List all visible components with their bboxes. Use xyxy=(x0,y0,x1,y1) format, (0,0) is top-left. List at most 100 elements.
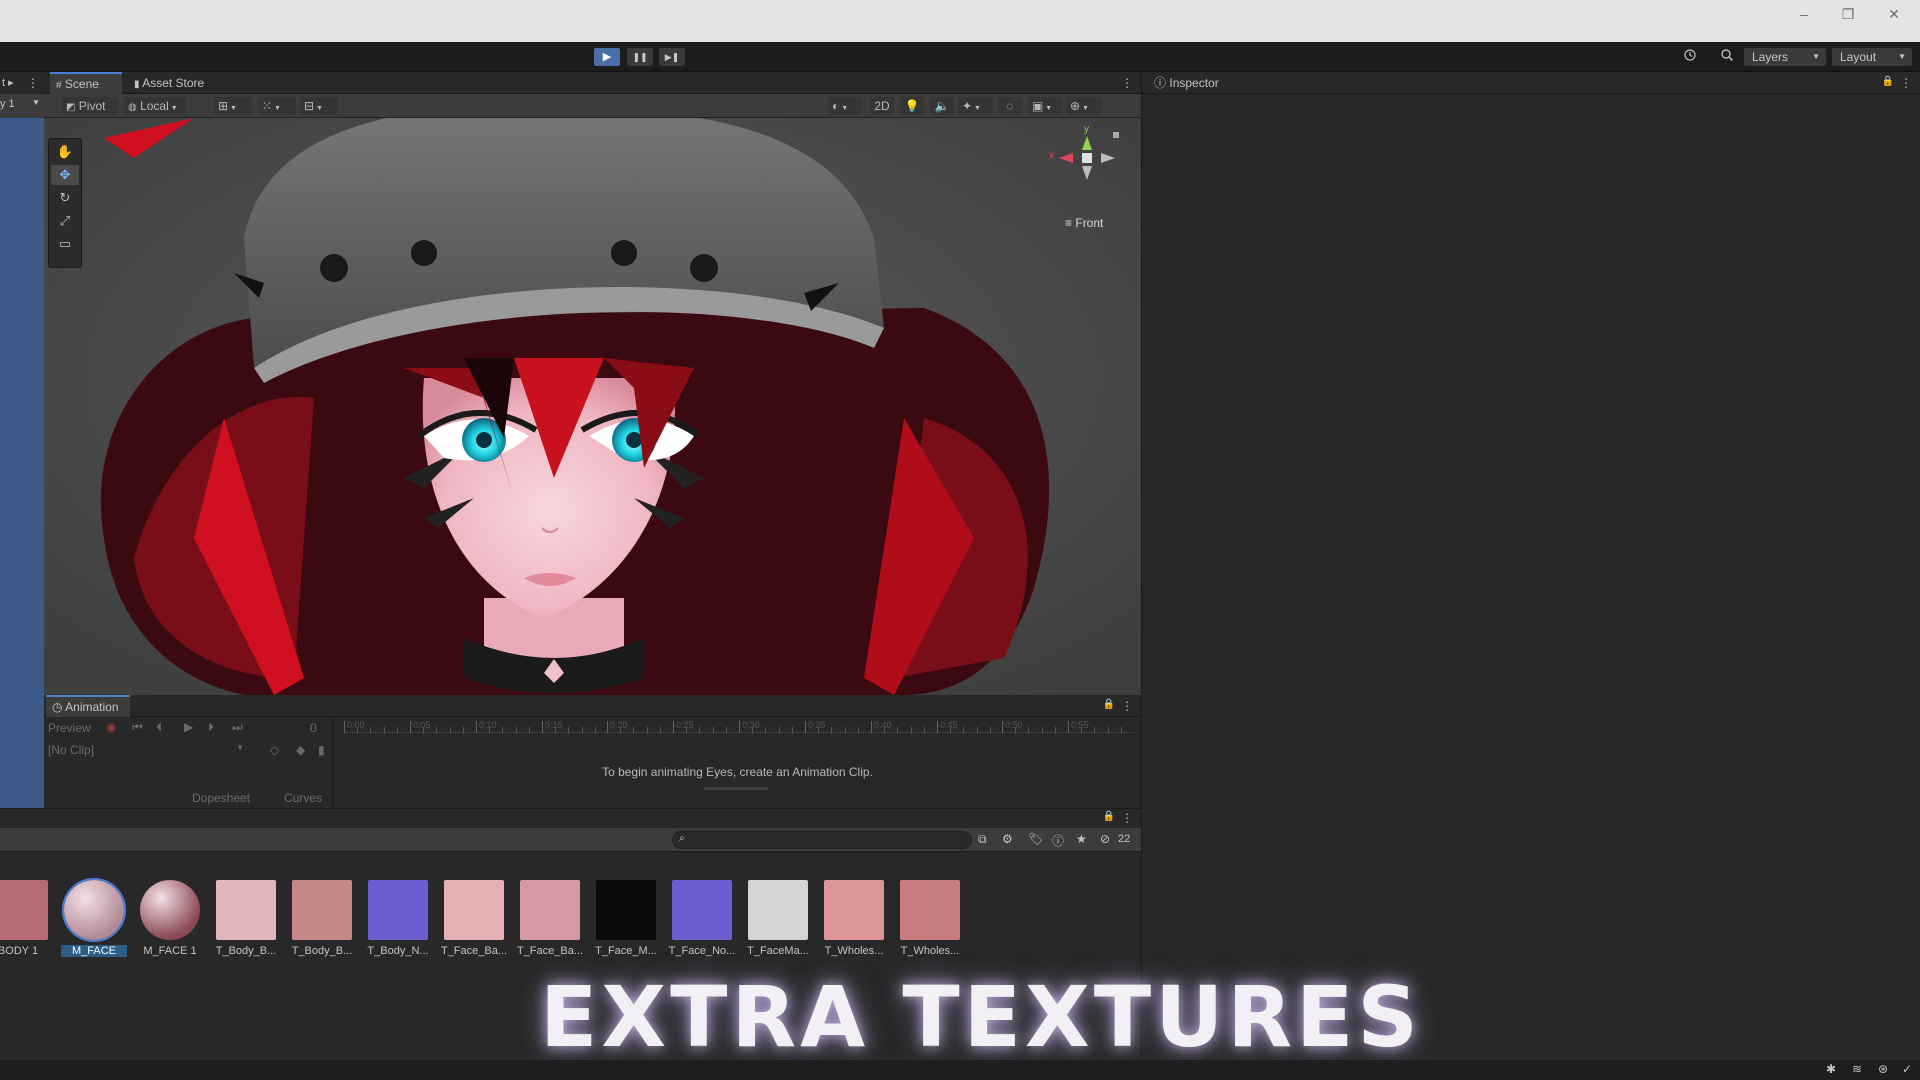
layers-dropdown[interactable]: Layers ▼ xyxy=(1744,48,1826,66)
tab-asset-store[interactable]: ▮ Asset Store xyxy=(128,72,228,94)
pause-button[interactable]: ❚❚ xyxy=(627,48,653,66)
timeline-minor-tick xyxy=(489,727,490,733)
hand-tool-icon[interactable]: ✋ xyxy=(51,142,79,162)
next-frame-icon[interactable]: ⏵ xyxy=(208,720,214,735)
move-tool-icon[interactable]: ✥ xyxy=(51,165,79,185)
gizmos-button[interactable]: ⊕ ▼ xyxy=(1066,97,1102,115)
play-anim-icon[interactable]: ▶ xyxy=(184,720,193,734)
lighting-icon[interactable]: 💡 xyxy=(900,97,924,115)
kebab-menu-icon[interactable]: ⋮ xyxy=(1121,699,1133,713)
effects-button[interactable]: ✦ ▼ xyxy=(958,97,992,115)
timeline-minor-tick xyxy=(818,727,819,733)
asset-thumbnail[interactable] xyxy=(216,880,276,940)
create-icon[interactable]: ⧉ xyxy=(978,832,987,847)
asset-thumbnail[interactable] xyxy=(596,880,656,940)
timeline-minor-tick xyxy=(1055,727,1056,733)
orientation-gizmo[interactable]: y x ≡ Front xyxy=(1047,124,1127,238)
asset-thumbnail[interactable] xyxy=(748,880,808,940)
hidden-packages-icon[interactable]: ⊘ xyxy=(1100,832,1110,846)
timeline-minor-tick xyxy=(726,727,727,733)
lock-icon[interactable]: 🔒 xyxy=(1103,811,1115,822)
star-icon[interactable]: ★ xyxy=(1076,832,1087,846)
play-button[interactable]: ▶ xyxy=(594,48,620,66)
2d-toggle[interactable]: 2D xyxy=(870,97,894,115)
scene-viewport[interactable]: ✋ ✥ ↻ ⤢ ▭ y x ≡ Front xyxy=(44,118,1141,695)
grid-visibility-button[interactable]: ⁙ ▼ xyxy=(258,97,296,115)
draw-mode-button[interactable]: ◐ ▼ xyxy=(828,97,862,115)
rect-tool-icon[interactable]: ▭ xyxy=(51,234,79,254)
kebab-menu-icon[interactable]: ⋮ xyxy=(1121,76,1133,90)
rotate-tool-icon[interactable]: ↻ xyxy=(51,188,79,208)
asset-thumbnail[interactable] xyxy=(62,878,126,942)
close-button[interactable]: ✕ xyxy=(1874,4,1914,24)
kebab-menu-icon[interactable]: ⋮ xyxy=(27,76,39,90)
asset-thumbnail[interactable] xyxy=(0,880,48,940)
asset-thumbnail[interactable] xyxy=(292,880,352,940)
asset-thumbnail[interactable] xyxy=(444,880,504,940)
network-icon[interactable]: ⊛ xyxy=(1878,1062,1888,1076)
timeline-minor-tick xyxy=(450,727,451,733)
tab-inspector[interactable]: ⓘ Inspector xyxy=(1148,72,1238,94)
dopesheet-tab[interactable]: Dopesheet xyxy=(192,791,250,805)
kebab-menu-icon[interactable]: ⋮ xyxy=(1900,76,1912,90)
last-frame-icon[interactable]: ⏭ xyxy=(232,720,243,735)
add-event-icon[interactable]: ◆ xyxy=(296,743,305,757)
timeline-minor-tick xyxy=(370,727,371,733)
add-keyframe-icon[interactable]: ◇ xyxy=(270,743,279,757)
timeline-minor-tick xyxy=(990,727,991,733)
lock-icon[interactable]: 🔒 xyxy=(1882,76,1894,87)
audio-icon[interactable]: 🔈 xyxy=(930,97,954,115)
grid-snap-button[interactable]: ⊞ ▼ xyxy=(214,97,252,115)
prev-frame-icon[interactable]: ⏴ xyxy=(156,720,162,735)
minimize-button[interactable]: – xyxy=(1784,4,1824,24)
bug-icon[interactable]: ✱ xyxy=(1826,1062,1836,1076)
scale-tool-icon[interactable]: ⤢ xyxy=(51,211,79,231)
tab-inspector-label: Inspector xyxy=(1169,76,1219,90)
timeline-tick xyxy=(410,721,411,733)
layout-dropdown[interactable]: Layout ▼ xyxy=(1832,48,1912,66)
preview-toggle[interactable]: Preview xyxy=(48,721,91,735)
step-button[interactable]: ▶❚ xyxy=(659,48,685,66)
hidden-objects-icon[interactable]: ◌ xyxy=(998,97,1022,115)
asset-thumbnail[interactable] xyxy=(672,880,732,940)
clip-dropdown[interactable]: [No Clip] ▼ xyxy=(48,743,244,757)
timeline-tick-label: 0:35 xyxy=(808,720,826,730)
record-icon[interactable]: ◉ xyxy=(106,720,116,734)
asset-thumbnail[interactable] xyxy=(900,880,960,940)
increment-snap-button[interactable]: ⊟ ▼ xyxy=(300,97,338,115)
frame-field[interactable]: 0 xyxy=(310,721,317,735)
asset-thumbnail[interactable] xyxy=(140,880,200,940)
camera-button[interactable]: ▣ ▼ xyxy=(1028,97,1062,115)
asset-thumbnail[interactable] xyxy=(520,880,580,940)
search-icon[interactable] xyxy=(1715,48,1739,66)
asset-thumbnail[interactable] xyxy=(368,880,428,940)
timeline-scrollbar[interactable] xyxy=(704,787,768,790)
hierarchy-selection-strip[interactable] xyxy=(0,118,44,808)
history-icon[interactable] xyxy=(1678,48,1702,66)
tag-icon[interactable]: 🏷 xyxy=(1028,832,1043,846)
lock-icon[interactable]: 🔒 xyxy=(1103,699,1115,710)
maximize-button[interactable]: ❐ xyxy=(1828,4,1868,24)
chevron-down-icon[interactable]: ▼ xyxy=(32,98,40,107)
hierarchy-tab-stub[interactable]: t ▸ ⋮ xyxy=(0,72,44,94)
filter-type-icon[interactable]: ⚙ xyxy=(1002,832,1013,846)
stack-icon[interactable]: ≋ xyxy=(1852,1062,1862,1076)
local-dropdown[interactable]: ◍ Local ▼ xyxy=(124,97,186,115)
timeline-minor-tick xyxy=(686,727,687,733)
view-label[interactable]: ≡ Front xyxy=(1065,216,1103,230)
timeline-minor-tick xyxy=(1042,727,1043,733)
check-icon[interactable]: ✓ xyxy=(1902,1062,1912,1076)
curves-tab[interactable]: Curves xyxy=(284,791,322,805)
asset-thumbnail[interactable] xyxy=(824,880,884,940)
first-frame-icon[interactable]: ⏮ xyxy=(132,720,143,735)
event-marker-icon[interactable]: ▮ xyxy=(318,743,325,757)
pivot-dropdown[interactable]: ◩ Pivot ▼ xyxy=(62,97,118,133)
kebab-menu-icon[interactable]: ⋮ xyxy=(1121,811,1133,825)
info-icon[interactable]: ⓘ xyxy=(1052,832,1064,849)
timeline-ruler[interactable]: 0:00 0:05 0:10 0:15 0:20 0:25 0:30 0:35 0:40 0:45… xyxy=(344,720,1134,733)
globe-icon: ⊕ xyxy=(1070,99,1081,113)
timeline-minor-tick xyxy=(436,727,437,733)
search-input[interactable]: ⌕ xyxy=(672,831,972,849)
tab-animation[interactable]: ◷ Animation xyxy=(46,695,130,717)
tab-scene[interactable]: # Scene xyxy=(50,72,122,94)
